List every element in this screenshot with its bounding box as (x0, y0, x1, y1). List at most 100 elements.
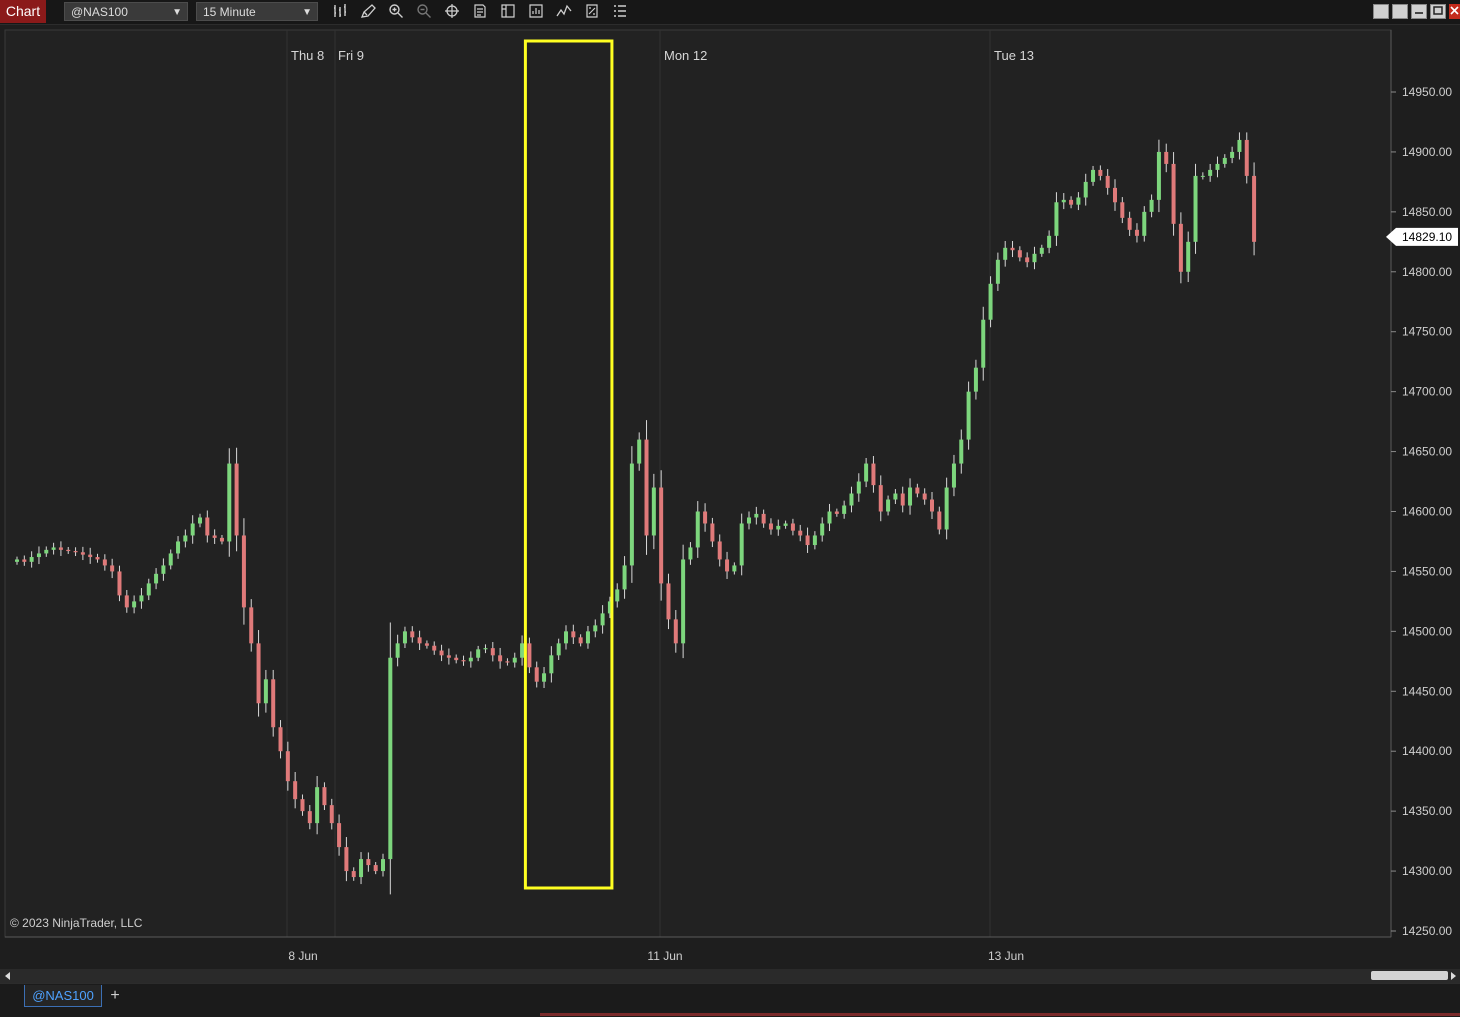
chevron-down-icon: ▼ (302, 7, 312, 18)
candle-body (1178, 223, 1183, 272)
candle-body (249, 607, 254, 644)
horizontal-scrollbar[interactable] (0, 969, 1460, 983)
candle-body (951, 463, 956, 488)
candle-body (80, 552, 85, 555)
chart-title-tab[interactable]: Chart (0, 0, 46, 23)
candle-body (1156, 151, 1161, 200)
add-tab-button[interactable]: + (107, 985, 123, 1007)
candle-body (1134, 229, 1139, 236)
candle-body (871, 463, 876, 486)
pencil-draw-icon[interactable] (359, 3, 377, 21)
scroll-left-icon[interactable] (5, 972, 10, 980)
candle-body (1127, 217, 1132, 230)
candle-body (629, 463, 634, 566)
price-axis-tick-label: 14800.00 (1402, 265, 1452, 279)
candle-body (768, 523, 773, 530)
bars-type-icon[interactable] (331, 3, 349, 21)
crosshair-icon[interactable] (443, 3, 461, 21)
price-axis[interactable]: 14250.00 14300.00 14350.00 14400.00 14450.00… (1391, 85, 1452, 938)
scrollbar-thumb[interactable] (1371, 971, 1448, 980)
instrument-selector[interactable]: @NAS100 ▼ (64, 2, 188, 21)
candle-body (1105, 175, 1110, 188)
candle-body (146, 583, 151, 596)
candle-body (44, 549, 49, 554)
price-axis-tick-label: 14550.00 (1402, 564, 1452, 578)
candle-body (263, 679, 268, 704)
candle-body (659, 487, 664, 584)
data-box-icon[interactable] (471, 3, 489, 21)
templates-icon[interactable] (583, 3, 601, 21)
candle-body (644, 439, 649, 536)
scroll-right-icon[interactable] (1451, 972, 1456, 980)
close-icon[interactable] (1449, 4, 1460, 19)
last-price-tag: 14829.10 (1386, 227, 1458, 246)
price-chart[interactable]: Thu 8 Fri 9 Mon 12 Tue 13 © 2023 NinjaTr… (0, 25, 1460, 969)
restore-icon[interactable] (1392, 4, 1408, 19)
candle-body (1193, 175, 1198, 242)
candle-body (717, 541, 722, 560)
candle-body (534, 667, 539, 682)
candle-body (1171, 163, 1176, 224)
candle-body (1200, 175, 1205, 177)
candle-body (410, 631, 415, 638)
day-label: Fri 9 (338, 48, 364, 63)
candle-body (154, 573, 159, 584)
candle-body (58, 547, 63, 550)
chart-toolbar: Chart @NAS100 ▼ 15 Minute ▼ (0, 0, 1460, 25)
candle-body (1025, 257, 1030, 263)
last-price-value: 14829.10 (1402, 230, 1452, 244)
candle-body (615, 589, 620, 602)
candle-body (461, 660, 466, 662)
minimize-icon[interactable] (1373, 4, 1389, 19)
candle-body (564, 631, 568, 644)
strategies-icon[interactable] (527, 3, 545, 21)
candle-body (622, 565, 627, 590)
candle-body (256, 643, 261, 704)
candle-body (381, 859, 385, 872)
candle-body (1010, 247, 1015, 251)
candle-body (578, 637, 583, 644)
maximize-icon[interactable] (1430, 4, 1446, 19)
properties-icon[interactable] (499, 3, 517, 21)
candle-body (476, 649, 481, 658)
candle-body (512, 657, 517, 663)
candle-body (673, 619, 678, 644)
zoom-out-icon[interactable] (415, 3, 433, 21)
candle-body (198, 517, 202, 524)
candle-body (329, 805, 334, 824)
candle-body (1113, 187, 1117, 203)
time-axis[interactable]: 8 Jun 11 Jun 13 Jun (288, 949, 1024, 963)
candle-body (337, 823, 342, 848)
candle-body (424, 643, 429, 646)
indicators-icon[interactable] (555, 3, 573, 21)
price-axis-tick-label: 14350.00 (1402, 804, 1452, 818)
interval-selector[interactable]: 15 Minute ▼ (196, 2, 318, 21)
candle-body (776, 525, 781, 530)
maximize-icon[interactable] (1411, 4, 1427, 19)
candle-body (973, 367, 978, 392)
instrument-tab[interactable]: @NAS100 (24, 985, 102, 1007)
zoom-in-icon[interactable] (387, 3, 405, 21)
candle-body (688, 547, 693, 560)
candle-body (820, 523, 825, 536)
candle-body (747, 517, 751, 524)
candle-body (1039, 247, 1044, 254)
candle-body (212, 535, 217, 538)
candle-body (205, 517, 210, 536)
candle-body (402, 631, 407, 644)
list-menu-icon[interactable] (611, 3, 629, 21)
candle-body (344, 847, 349, 872)
candle-body (1003, 247, 1008, 260)
candle-body (681, 559, 686, 644)
candle-body (161, 565, 166, 574)
candle-body (219, 537, 224, 542)
candle-body (498, 655, 503, 662)
candle-body (234, 463, 239, 536)
candle-body (176, 541, 181, 554)
candle-body (417, 637, 422, 644)
candle-body (388, 657, 393, 860)
candle-body (117, 571, 122, 596)
candle-body (886, 499, 891, 512)
candle-body (1098, 169, 1103, 176)
candle-body (132, 601, 137, 608)
